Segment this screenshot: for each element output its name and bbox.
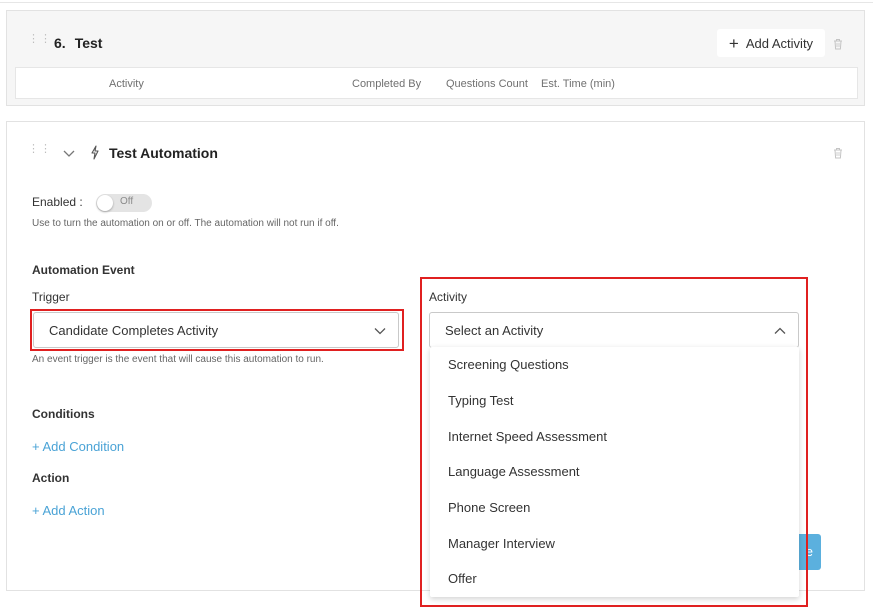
- add-condition-link[interactable]: + Add Condition: [32, 439, 124, 454]
- enabled-label: Enabled :: [32, 195, 83, 209]
- add-activity-button[interactable]: + Add Activity: [717, 29, 825, 57]
- trash-icon[interactable]: [833, 38, 843, 50]
- stage-name: Test: [74, 35, 103, 51]
- trigger-select-value: Candidate Completes Activity: [49, 323, 219, 338]
- top-divider: [0, 0, 873, 3]
- action-title: Action: [32, 471, 70, 485]
- trash-icon[interactable]: [833, 147, 843, 159]
- toggle-state-text: Off: [120, 196, 134, 207]
- save-button-label: e: [805, 544, 813, 559]
- column-completed-by: Completed By: [352, 78, 422, 90]
- enabled-hint: Use to turn the automation on or off. Th…: [32, 218, 339, 229]
- chevron-up-icon: [774, 327, 786, 334]
- automation-title: Test Automation: [109, 145, 218, 161]
- activity-dropdown-menu: Screening Questions Typing Test Internet…: [430, 347, 799, 597]
- activity-option[interactable]: Offer: [430, 561, 799, 596]
- drag-handle-icon[interactable]: ⋮⋮: [28, 144, 51, 161]
- trigger-hint: An event trigger is the event that will …: [32, 354, 324, 365]
- activity-option[interactable]: Language Assessment: [430, 454, 799, 489]
- stage-card: ⋮⋮ 6. Test + Add Activity Activity Comple…: [6, 10, 865, 106]
- activity-option[interactable]: Manager Interview: [430, 526, 799, 561]
- stage-title: 6. Test: [54, 35, 102, 51]
- add-action-link[interactable]: + Add Action: [32, 503, 105, 518]
- automation-event-title: Automation Event: [32, 263, 135, 277]
- chevron-down-icon: [374, 328, 386, 335]
- conditions-title: Conditions: [32, 407, 95, 421]
- add-activity-label: Add Activity: [745, 35, 814, 51]
- activity-label: Activity: [429, 290, 468, 304]
- lightning-bolt-icon: [90, 145, 100, 160]
- plus-icon: +: [728, 33, 739, 53]
- column-activity: Activity: [109, 78, 144, 90]
- activity-select-placeholder: Select an Activity: [445, 323, 544, 338]
- column-est-time: Est. Time (min): [541, 78, 615, 90]
- toggle-knob: [97, 195, 113, 211]
- activity-option[interactable]: Screening Questions: [430, 347, 799, 382]
- activity-option[interactable]: Phone Screen: [430, 490, 799, 525]
- activity-select[interactable]: Select an Activity: [429, 312, 799, 348]
- activity-table-header: Activity Completed By Questions Count Es…: [15, 67, 858, 99]
- chevron-down-icon[interactable]: [62, 146, 76, 157]
- trigger-label: Trigger: [32, 290, 70, 304]
- enabled-toggle[interactable]: Off: [96, 194, 152, 212]
- activity-option[interactable]: Typing Test: [430, 383, 799, 418]
- column-questions-count: Questions Count: [446, 78, 528, 90]
- drag-handle-icon[interactable]: ⋮⋮: [28, 34, 51, 51]
- trigger-select[interactable]: Candidate Completes Activity: [33, 312, 399, 348]
- activity-option[interactable]: Internet Speed Assessment: [430, 419, 799, 454]
- stage-number: 6.: [54, 35, 66, 51]
